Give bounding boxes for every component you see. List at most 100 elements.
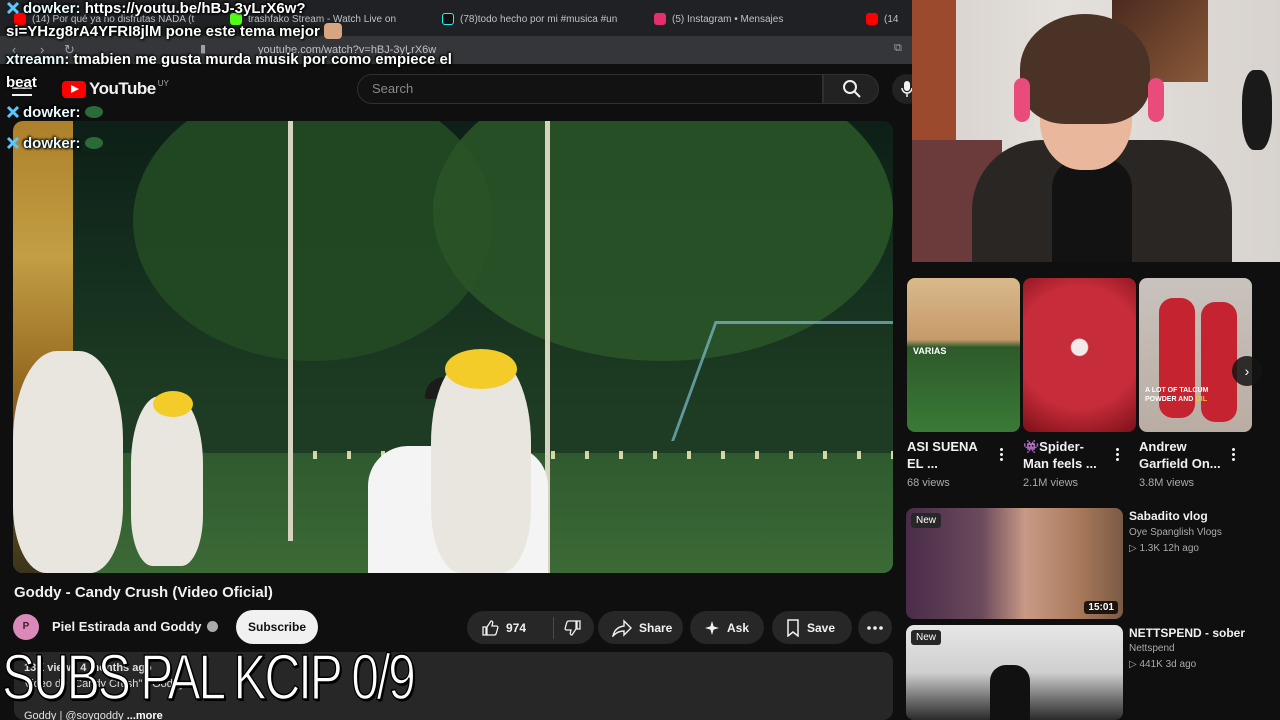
- like-button[interactable]: 974: [467, 619, 553, 637]
- emote-icon: [84, 137, 103, 149]
- webcam-speaker: [1242, 70, 1272, 150]
- thumbs-up-icon: [482, 619, 499, 636]
- recommended-meta: ▷ 1.3K 12h ago: [1129, 543, 1199, 554]
- bookmark-icon: [787, 618, 799, 637]
- video-horse-mane: [445, 349, 517, 389]
- short-title-line: Man feels ...: [1023, 456, 1097, 471]
- recommended-thumbnail[interactable]: New 15:01: [906, 508, 1123, 619]
- more-actions-button[interactable]: [858, 611, 892, 644]
- browser-tab-youtube-2[interactable]: (14: [866, 9, 912, 29]
- thumbnail-figure: [990, 665, 1030, 720]
- tab-label: (78)todo hecho por mi #musica #un: [460, 13, 618, 25]
- recommended-title[interactable]: NETTSPEND - sober: [1129, 626, 1245, 640]
- youtube-favicon-icon: [866, 13, 878, 25]
- short-title-line: Garfield On...: [1139, 456, 1221, 471]
- chat-message: dowker:: [6, 134, 103, 152]
- video-duration: 15:01: [1084, 601, 1118, 614]
- short-thumbnail[interactable]: [1023, 278, 1136, 432]
- chat-username: dowker:: [23, 0, 81, 17]
- chat-text: si=YHzg8rA4YFRI8jlM pone este tema mejor: [6, 23, 320, 40]
- subscriber-goal-overlay: SUBS PAL KCIP 0/9: [1, 640, 416, 714]
- translate-icon[interactable]: ⧉: [894, 42, 902, 55]
- short-thumbnail[interactable]: A LOT OF TALCUM POWDER AND OIL: [1139, 278, 1252, 432]
- instagram-favicon-icon: [654, 13, 666, 25]
- browser-tab-tiktok[interactable]: (78)todo hecho por mi #musica #un: [442, 9, 634, 29]
- webcam-person-shirt: [1052, 158, 1132, 262]
- short-title[interactable]: 👾Spider- Man feels ...: [1023, 438, 1097, 472]
- recommended-thumbnail[interactable]: New: [906, 625, 1123, 720]
- chat-username: dowker:: [23, 104, 81, 121]
- short-title-line: Andrew: [1139, 439, 1187, 454]
- short-overlay-label: VARIAS: [913, 346, 947, 356]
- short-title[interactable]: Andrew Garfield On...: [1139, 438, 1221, 472]
- tab-label: (14: [884, 13, 899, 25]
- video-carousel-horse: [13, 351, 123, 573]
- recommended-channel[interactable]: Oye Spanglish Vlogs: [1129, 527, 1222, 538]
- short-thumbnail[interactable]: VARIAS: [907, 278, 1020, 432]
- more-horizontal-icon: [867, 625, 883, 630]
- chat-message: xtreamn: tmabien me gusta murda musik po…: [6, 51, 452, 68]
- short-menu-icon[interactable]: [1116, 448, 1120, 463]
- dislike-button[interactable]: [554, 619, 589, 637]
- short-caption-highlight: OIL: [1195, 396, 1207, 403]
- share-button[interactable]: Share: [598, 611, 683, 644]
- short-caption-line: A LOT OF TALCUM: [1145, 387, 1209, 394]
- youtube-play-icon: [62, 80, 86, 98]
- chat-text: https://youtu.be/hBJ-3yLrX6w?: [84, 0, 306, 17]
- short-title[interactable]: ASI SUENA EL ...: [907, 438, 978, 472]
- recommended-channel[interactable]: Nettspend: [1129, 643, 1175, 654]
- save-button[interactable]: Save: [772, 611, 852, 644]
- channel-name[interactable]: Piel Estirada and Goddy: [52, 619, 218, 634]
- chat-text: tmabien me gusta murda musik por como em…: [73, 51, 452, 68]
- search-button[interactable]: [823, 74, 879, 104]
- x-badge-icon: [6, 1, 20, 15]
- recommended-title[interactable]: Sabadito vlog: [1129, 509, 1208, 523]
- tiktok-favicon-icon: [442, 13, 454, 25]
- browser-tab-instagram[interactable]: (5) Instagram • Mensajes: [654, 9, 844, 29]
- short-views: 68 views: [907, 477, 950, 489]
- chat-username: xtreamn:: [6, 51, 70, 68]
- video-title: Goddy - Candy Crush (Video Oficial): [14, 584, 273, 601]
- short-views: 3.8M views: [1139, 477, 1195, 489]
- emote-icon: [84, 106, 103, 118]
- youtube-logo[interactable]: YouTube UY: [62, 79, 169, 99]
- chat-message: dowker: https://youtu.be/hBJ-3yLrX6w?: [6, 0, 306, 17]
- subscribe-button[interactable]: Subscribe: [236, 610, 318, 644]
- headphone-icon: [1014, 78, 1030, 122]
- ask-button[interactable]: Ask: [690, 611, 764, 644]
- chat-message: beat: [6, 74, 37, 91]
- sparkle-icon: [705, 620, 719, 635]
- x-badge-icon: [6, 136, 20, 150]
- short-title-line: ASI SUENA: [907, 439, 978, 454]
- channel-avatar[interactable]: P: [13, 614, 39, 640]
- video-carousel-horse: [131, 396, 203, 566]
- short-menu-icon[interactable]: [1000, 448, 1004, 463]
- shelf-next-button[interactable]: ›: [1232, 356, 1262, 386]
- ask-label: Ask: [727, 620, 750, 635]
- short-caption: A LOT OF TALCUM POWDER AND OIL: [1145, 386, 1208, 404]
- video-horse-mane: [153, 391, 193, 417]
- recommended-meta: ▷ 441K 3d ago: [1129, 659, 1197, 670]
- chat-message: si=YHzg8rA4YFRI8jlM pone este tema mejor: [6, 20, 342, 40]
- share-label: Share: [639, 620, 673, 635]
- webcam-overlay: [912, 0, 1280, 262]
- webcam-person-hair: [1020, 14, 1150, 124]
- verified-icon: [206, 621, 218, 632]
- country-code: UY: [157, 79, 169, 88]
- search-icon: [843, 80, 861, 98]
- chat-message: dowker:: [6, 103, 103, 121]
- short-title-line: EL ...: [907, 456, 938, 471]
- new-badge: New: [911, 630, 942, 645]
- channel-name-text: Piel Estirada and Goddy: [52, 619, 202, 634]
- emote-icon: [323, 23, 342, 39]
- video-player[interactable]: [13, 121, 893, 573]
- short-caption-line: POWDER AND: [1145, 396, 1194, 403]
- save-label: Save: [807, 620, 836, 635]
- search-input[interactable]: Search: [357, 74, 823, 104]
- short-title-line: 👾Spider-: [1023, 439, 1084, 454]
- share-icon: [612, 618, 632, 637]
- headphone-icon: [1148, 78, 1164, 122]
- tab-label: (5) Instagram • Mensajes: [672, 13, 784, 25]
- x-badge-icon: [6, 105, 20, 119]
- short-menu-icon[interactable]: [1232, 448, 1236, 463]
